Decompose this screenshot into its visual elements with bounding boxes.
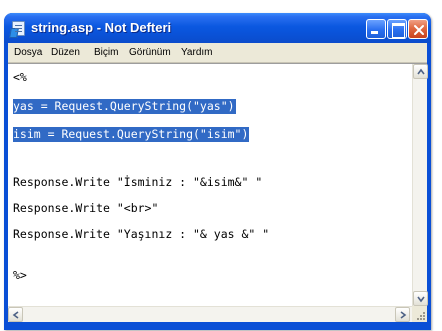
arrow-up-icon xyxy=(417,68,425,75)
horizontal-scrollbar[interactable] xyxy=(8,306,412,322)
code-line[interactable]: %> xyxy=(13,268,27,283)
code-line-selected[interactable]: isim = Request.QueryString("isim") xyxy=(13,127,250,142)
scroll-left-button[interactable] xyxy=(8,307,23,322)
menu-bicim[interactable]: Biçim xyxy=(94,46,118,60)
title-bar[interactable]: string.asp - Not Defteri xyxy=(4,13,431,43)
code-line[interactable]: Response.Write "<br>" xyxy=(13,201,158,216)
arrow-down-icon xyxy=(417,296,425,303)
text-editor[interactable]: <% yas = Request.QueryString("yas") isim… xyxy=(8,63,428,322)
scroll-right-button[interactable] xyxy=(395,307,410,322)
arrow-right-icon xyxy=(400,311,407,319)
close-icon xyxy=(414,25,424,35)
menu-bar: Dosya Düzen Biçim Görünüm Yardım xyxy=(8,43,427,63)
notepad-icon[interactable] xyxy=(12,21,25,36)
menu-dosya[interactable]: Dosya xyxy=(14,46,42,60)
code-line[interactable]: <% xyxy=(13,70,27,85)
maximize-button[interactable] xyxy=(387,19,407,39)
menu-duzen[interactable]: Düzen xyxy=(51,46,80,60)
code-line[interactable]: Response.Write "Yaşınız : "& yas &" " xyxy=(13,227,269,242)
resize-grip-icon[interactable] xyxy=(412,306,427,322)
grip-dots-icon xyxy=(417,312,425,320)
minimize-button[interactable] xyxy=(366,19,386,39)
close-button[interactable] xyxy=(408,19,428,39)
menu-yardim[interactable]: Yardım xyxy=(181,46,213,60)
code-line-selected[interactable]: yas = Request.QueryString("yas") xyxy=(13,99,236,114)
notepad-window: string.asp - Not Defteri Dosya Düzen Biç… xyxy=(4,13,431,330)
code-line[interactable]: Response.Write "İsminiz : "&isim&" " xyxy=(13,175,262,190)
vertical-scrollbar[interactable] xyxy=(412,64,428,306)
window-title: string.asp - Not Defteri xyxy=(31,20,172,35)
menu-gorunum[interactable]: Görünüm xyxy=(129,46,171,60)
arrow-left-icon xyxy=(12,311,19,319)
scroll-up-button[interactable] xyxy=(413,64,428,79)
window-bottom-border xyxy=(8,322,427,330)
scroll-down-button[interactable] xyxy=(413,291,428,306)
